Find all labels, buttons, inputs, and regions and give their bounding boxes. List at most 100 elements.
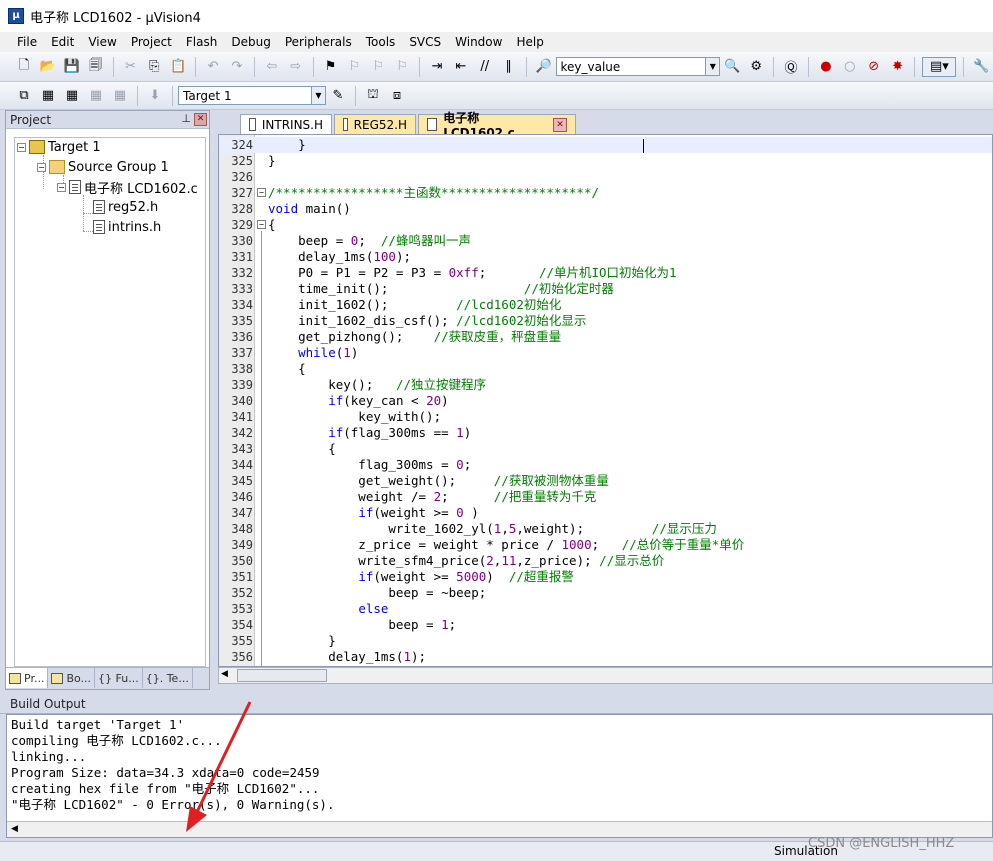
- tree-group[interactable]: − Source Group 1: [37, 158, 169, 176]
- find-icon[interactable]: 🔍: [722, 57, 742, 77]
- menu-help[interactable]: Help: [509, 35, 550, 49]
- collapse-icon[interactable]: −: [17, 142, 26, 152]
- close-icon[interactable]: ✕: [194, 113, 207, 126]
- editor-horizontal-scrollbar[interactable]: ◀: [218, 667, 993, 684]
- code-line[interactable]: 349 z_price = weight * price / 1000; //总…: [219, 537, 992, 553]
- chevron-down-icon[interactable]: ▼: [311, 87, 325, 104]
- open-file-icon[interactable]: 📂: [38, 57, 58, 77]
- code-line[interactable]: 356 delay_1ms(1);: [219, 649, 992, 665]
- tree-header-file[interactable]: reg52.h: [93, 198, 158, 216]
- menu-svcs[interactable]: SVCS: [402, 35, 448, 49]
- code-editor[interactable]: 324 } 325} 326 327−/*****************主函数***…: [218, 134, 993, 667]
- save-all-icon[interactable]: 🗐: [86, 57, 106, 77]
- menu-tools[interactable]: Tools: [359, 35, 403, 49]
- code-line[interactable]: 336 get_pizhong(); //获取皮重，秤盘重量: [219, 329, 992, 345]
- bookmark-clear-icon[interactable]: ⚐: [392, 57, 412, 77]
- code-line[interactable]: 350 write_sfm4_price(2,11,z_price); //显示…: [219, 553, 992, 569]
- select-packet-icon[interactable]: ⧈: [387, 86, 407, 106]
- code-line[interactable]: 327−/*****************主函数***************…: [219, 185, 992, 201]
- redo-icon[interactable]: ↷: [227, 57, 247, 77]
- indent-icon[interactable]: ⇥: [427, 57, 447, 77]
- breakpoint-disable-all-icon[interactable]: ⊘: [864, 57, 884, 77]
- breakpoint-enable-icon[interactable]: ○: [840, 57, 860, 77]
- bookmark-prev-icon[interactable]: ⚐: [345, 57, 365, 77]
- tree-source-file[interactable]: − 电子称 LCD1602.c: [57, 178, 198, 197]
- close-tab-icon[interactable]: ✕: [553, 117, 567, 132]
- target-options-icon[interactable]: ✎: [328, 86, 348, 106]
- build-icon[interactable]: ▦: [38, 86, 58, 106]
- nav-forward-icon[interactable]: ⇨: [286, 57, 306, 77]
- fold-collapse-icon[interactable]: −: [257, 188, 266, 197]
- build-output-pane[interactable]: ◀ Build target 'Target 1' compiling 电子称 L…: [6, 714, 993, 838]
- code-line[interactable]: 340 if(key_can < 20): [219, 393, 992, 409]
- code-line[interactable]: 338 {: [219, 361, 992, 377]
- menu-file[interactable]: File: [10, 35, 44, 49]
- menu-view[interactable]: View: [81, 35, 123, 49]
- code-line[interactable]: 342 if(flag_300ms == 1): [219, 425, 992, 441]
- output-horizontal-scrollbar[interactable]: ◀: [7, 821, 992, 837]
- breakpoint-kill-all-icon[interactable]: ✸: [888, 57, 908, 77]
- menu-project[interactable]: Project: [124, 35, 179, 49]
- code-line[interactable]: 334 init_1602(); //lcd1602初始化: [219, 297, 992, 313]
- code-line[interactable]: 347 if(weight >= 0 ): [219, 505, 992, 521]
- code-line[interactable]: 324 }: [219, 137, 992, 153]
- new-file-icon[interactable]: 🗋: [14, 57, 34, 77]
- target-select[interactable]: Target 1 ▼: [178, 86, 326, 105]
- bookmark-icon[interactable]: ⚑: [321, 57, 341, 77]
- code-line[interactable]: 331 delay_1ms(100);: [219, 249, 992, 265]
- code-line[interactable]: 352 beep = ~beep;: [219, 585, 992, 601]
- breakpoint-insert-icon[interactable]: ●: [816, 57, 836, 77]
- code-line[interactable]: 335 init_1602_dis_csf(); //lcd1602初始化显示: [219, 313, 992, 329]
- code-line[interactable]: 345 get_weight(); //获取被测物体重量: [219, 473, 992, 489]
- uncomment-icon[interactable]: ∥: [499, 57, 519, 77]
- batch-build-icon[interactable]: ▦: [86, 86, 106, 106]
- undo-icon[interactable]: ↶: [203, 57, 223, 77]
- configure-tools-icon[interactable]: 🔧: [971, 57, 991, 77]
- code-line[interactable]: 328 void main(): [219, 201, 992, 217]
- save-icon[interactable]: 💾: [62, 57, 82, 77]
- bookmark-next-icon[interactable]: ⚐: [368, 57, 388, 77]
- code-line[interactable]: 348 write_1602_yl(1,5,weight); //显示压力: [219, 521, 992, 537]
- menu-edit[interactable]: Edit: [44, 35, 81, 49]
- tab-books[interactable]: Bo...: [48, 668, 96, 688]
- scroll-left-icon[interactable]: ◀: [221, 669, 228, 679]
- translate-icon[interactable]: ⧉: [14, 86, 34, 106]
- tab-functions[interactable]: {} Fu...: [95, 668, 143, 688]
- code-line[interactable]: 355 }: [219, 633, 992, 649]
- scroll-left-icon[interactable]: ◀: [11, 824, 18, 834]
- code-line[interactable]: 329−{: [219, 217, 992, 233]
- copy-icon[interactable]: ⎘: [144, 57, 164, 77]
- code-line[interactable]: 343 {: [219, 441, 992, 457]
- code-line[interactable]: 354 beep = 1;: [219, 617, 992, 633]
- nav-back-icon[interactable]: ⇦: [262, 57, 282, 77]
- code-line[interactable]: 332 P0 = P1 = P2 = P3 = 0xff; //单片机IO口初始…: [219, 265, 992, 281]
- tab-project[interactable]: Pr...: [6, 668, 49, 688]
- code-line[interactable]: 351 if(weight >= 5000) //超重报警: [219, 569, 992, 585]
- unindent-icon[interactable]: ⇤: [451, 57, 471, 77]
- paste-icon[interactable]: 📋: [168, 57, 188, 77]
- code-line[interactable]: 337 while(1): [219, 345, 992, 361]
- code-line[interactable]: 341 key_with();: [219, 409, 992, 425]
- manage-components-icon[interactable]: ⛫: [363, 86, 383, 106]
- find-combo[interactable]: key_value ▼: [555, 57, 721, 76]
- rebuild-icon[interactable]: ▦: [62, 86, 82, 106]
- menu-window[interactable]: Window: [448, 35, 509, 49]
- find-in-files-icon[interactable]: 🔎: [534, 57, 554, 77]
- tab-reg52-h[interactable]: REG52.H: [334, 114, 416, 134]
- code-line[interactable]: 326: [219, 169, 992, 185]
- incremental-find-icon[interactable]: ⚙: [746, 57, 766, 77]
- download-load-icon[interactable]: ⬇: [145, 86, 165, 106]
- menu-flash[interactable]: Flash: [179, 35, 224, 49]
- scrollbar-thumb[interactable]: [237, 669, 327, 682]
- pin-icon[interactable]: ⊥: [181, 112, 191, 125]
- fold-collapse-icon[interactable]: −: [257, 220, 266, 229]
- comment-icon[interactable]: //: [475, 57, 495, 77]
- code-line[interactable]: 344 flag_300ms = 0;: [219, 457, 992, 473]
- code-line[interactable]: 333 time_init(); //初始化定时器: [219, 281, 992, 297]
- menu-peripherals[interactable]: Peripherals: [278, 35, 359, 49]
- tab-templates[interactable]: {}. Te...: [143, 668, 193, 688]
- tree-target[interactable]: − Target 1: [17, 138, 101, 156]
- stop-build-icon[interactable]: ▦: [110, 86, 130, 106]
- tab-lcd1602-c[interactable]: 电子称 LCD1602.c ✕: [418, 111, 576, 140]
- debug-session-icon[interactable]: Ⓠ: [781, 57, 801, 77]
